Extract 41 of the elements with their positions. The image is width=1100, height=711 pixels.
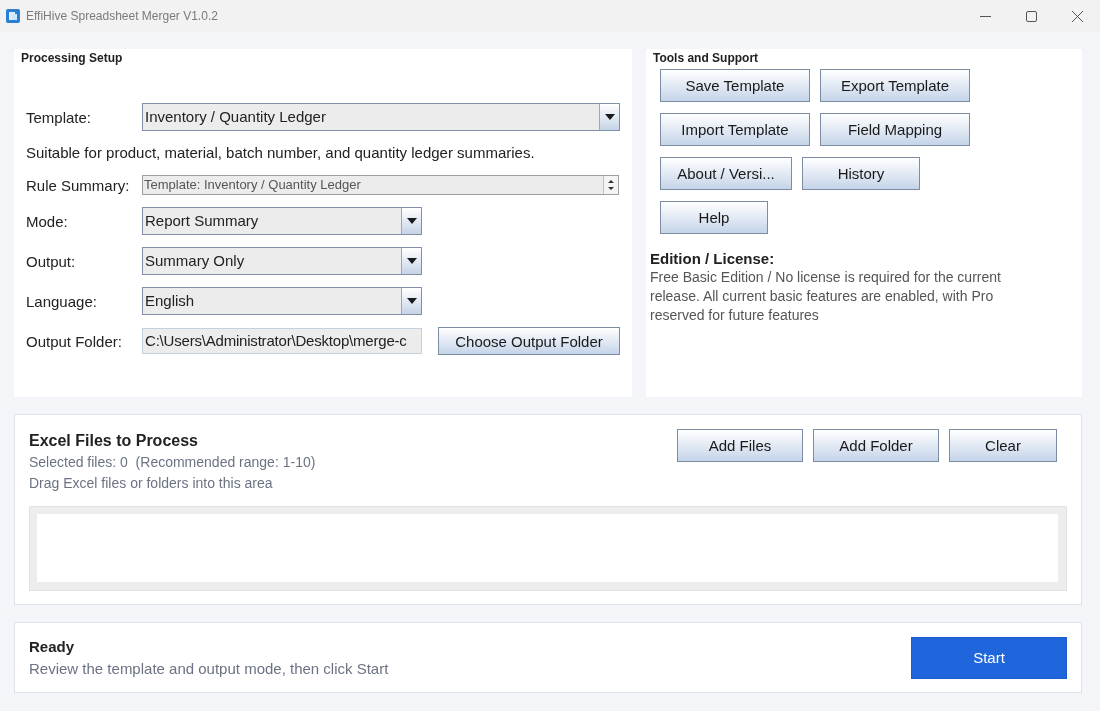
field-label: Language: (26, 292, 98, 310)
section-title: Excel Files to Process (29, 431, 198, 451)
minimize-icon (979, 15, 991, 17)
field-label: Output: (26, 252, 77, 270)
tool-button[interactable]: Help (660, 201, 768, 234)
field-label: Rule Summary: (26, 176, 131, 194)
dropdown[interactable]: Summary Only (142, 247, 422, 275)
selected-files-count: Selected files: 0 (Recommended range: 1-10) (29, 453, 316, 472)
output-folder-field[interactable]: C:\Users\Administrator\Desktop\merge-c (142, 328, 422, 354)
field-label: Template: (26, 108, 93, 126)
file-action-button[interactable]: Add Folder (813, 429, 939, 462)
status-message: Review the template and output mode, then click Start (29, 658, 389, 679)
tool-button[interactable]: Export Template (820, 69, 970, 102)
file-action-button[interactable]: Add Files (677, 429, 803, 462)
tool-button[interactable]: About / Versi... (660, 157, 792, 190)
window-title: EffiHive Spreadsheet Merger V1.0.2 (26, 9, 218, 23)
file-drop-area[interactable] (29, 506, 1067, 591)
panel-title: Tools and Support (653, 51, 759, 65)
scroll-arrows-icon (603, 176, 618, 194)
tool-button[interactable]: Field Mapping (820, 113, 970, 146)
template-dropdown[interactable]: Inventory / Quantity Ledger (142, 103, 620, 131)
drop-hint: Drag Excel files or folders into this area (29, 474, 273, 493)
app-icon (6, 9, 20, 23)
field-label: Mode: (26, 212, 69, 230)
tool-button[interactable]: History (802, 157, 920, 190)
maximize-icon (1025, 10, 1037, 22)
license-text: Free Basic Edition / No license is required for the current release. All current basic features are enabled, with Pro reserved for future features (650, 268, 1002, 325)
rule-summary-field[interactable]: Template: Inventory / Quantity Ledger (142, 175, 619, 195)
choose-output-folder-button[interactable]: Choose Output Folder (438, 327, 620, 355)
tool-button[interactable]: Import Template (660, 113, 810, 146)
dropdown[interactable]: English (142, 287, 422, 315)
start-button[interactable]: Start (911, 636, 1067, 679)
tool-button[interactable]: Save Template (660, 69, 810, 102)
file-action-button[interactable]: Clear (949, 429, 1057, 462)
template-description: Suitable for product, material, batch number, and quantity ledger summaries. (26, 143, 536, 163)
field-label: Output Folder: (26, 332, 123, 350)
dropdown[interactable]: Report Summary (142, 207, 422, 235)
panel-title: Processing Setup (21, 51, 123, 65)
license-heading: Edition / License: (650, 250, 775, 267)
status-title: Ready (29, 636, 75, 657)
close-icon (1071, 10, 1083, 22)
